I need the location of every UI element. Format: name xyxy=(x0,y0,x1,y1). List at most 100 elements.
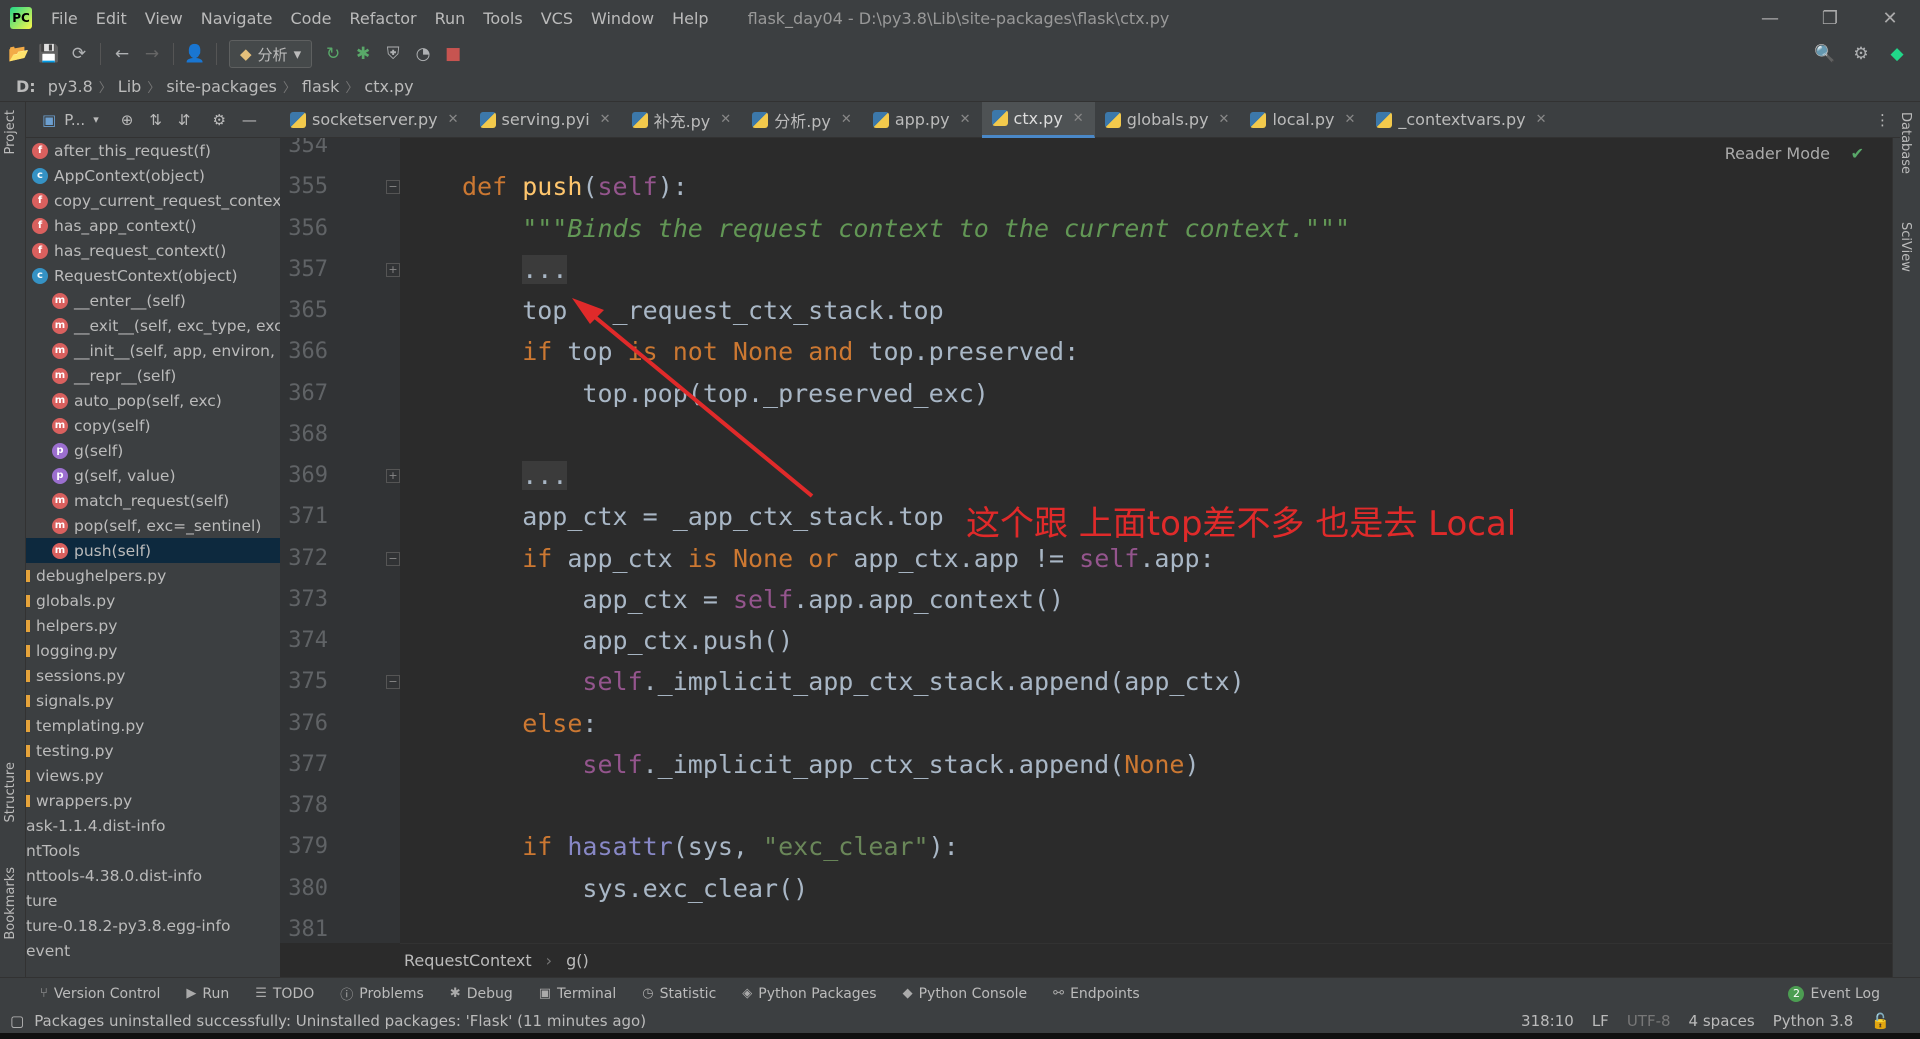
minimize-icon[interactable]: — xyxy=(1740,8,1800,29)
project-tool-button[interactable]: Project xyxy=(3,110,18,154)
tree-folder-item[interactable]: ntTools xyxy=(26,838,280,863)
close-tab-icon[interactable]: ✕ xyxy=(448,112,459,127)
close-tab-icon[interactable]: ✕ xyxy=(1073,111,1084,126)
sync-icon[interactable]: ⟳ xyxy=(64,39,94,69)
tree-file-item[interactable]: logging.py xyxy=(26,638,280,663)
menu-help[interactable]: Help xyxy=(663,9,717,28)
code-line[interactable]: def push(self): xyxy=(462,166,688,207)
tree-member-item[interactable]: f has_app_context() xyxy=(26,213,280,238)
inspection-ok-icon[interactable]: ✔ xyxy=(1851,144,1864,163)
expand-all-icon[interactable]: ⇅ xyxy=(149,111,162,129)
close-tab-icon[interactable]: ✕ xyxy=(960,112,971,127)
fold-toggle-icon[interactable]: − xyxy=(386,551,400,566)
indent-setting[interactable]: 4 spaces xyxy=(1689,1012,1755,1030)
run-configuration-dropdown[interactable]: ◆ 分析 ▾ xyxy=(229,40,313,68)
menu-edit[interactable]: Edit xyxy=(87,9,136,28)
tree-folder-item[interactable]: nttools-4.38.0.dist-info xyxy=(26,863,280,888)
tree-file-item[interactable]: debughelpers.py xyxy=(26,563,280,588)
problems-tool[interactable]: ⓘ Problems xyxy=(340,984,424,1004)
sciview-tool-button[interactable]: SciView xyxy=(1898,222,1913,272)
tree-member-item[interactable]: m pop(self, exc=_sentinel) xyxy=(26,513,280,538)
tree-member-item[interactable]: m __exit__(self, exc_type, exc_ xyxy=(26,313,280,338)
database-tool-button[interactable]: Database xyxy=(1898,112,1913,174)
file-encoding[interactable]: UTF-8 xyxy=(1627,1012,1671,1030)
tree-file-item[interactable]: sessions.py xyxy=(26,663,280,688)
user-icon[interactable]: 👤 xyxy=(180,39,210,69)
caret-position[interactable]: 318:10 xyxy=(1521,1012,1574,1030)
debug-bug-icon[interactable]: ✱ xyxy=(348,39,378,69)
run-tool[interactable]: ▶ Run xyxy=(186,986,229,1002)
rerun-icon[interactable]: ↻ xyxy=(318,39,348,69)
close-icon[interactable]: ✕ xyxy=(1860,8,1920,29)
close-tab-icon[interactable]: ✕ xyxy=(1344,112,1355,127)
reader-mode-toggle[interactable]: Reader Mode xyxy=(1725,144,1830,163)
version-control-tool[interactable]: ⑂ Version Control xyxy=(40,986,160,1002)
event-log-tool[interactable]: 2 Event Log xyxy=(1788,985,1880,1002)
tree-member-item[interactable]: m __init__(self, app, environ, re xyxy=(26,338,280,363)
editor-breadcrumb-class[interactable]: RequestContext xyxy=(404,951,532,970)
close-tab-icon[interactable]: ✕ xyxy=(600,112,611,127)
tree-member-item[interactable]: f after_this_request(f) xyxy=(26,138,280,163)
menu-code[interactable]: Code xyxy=(282,9,341,28)
bookmarks-tool-button[interactable]: Bookmarks xyxy=(3,867,18,940)
tree-file-item[interactable]: testing.py xyxy=(26,738,280,763)
editor-tab[interactable]: serving.pyi ✕ xyxy=(470,102,622,138)
code-line[interactable]: self._implicit_app_ctx_stack.append(None… xyxy=(462,744,1199,785)
code-line[interactable]: if hasattr(sys, "exc_clear"): xyxy=(462,826,959,867)
status-message[interactable]: Packages uninstalled successfully: Unins… xyxy=(34,1012,646,1030)
collapse-all-icon[interactable]: ⇵ xyxy=(178,111,191,129)
close-tab-icon[interactable]: ✕ xyxy=(1536,112,1547,127)
profile-icon[interactable]: ◔ xyxy=(408,39,438,69)
editor-tab[interactable]: socketserver.py ✕ xyxy=(280,102,470,138)
breadcrumb-ctx-py[interactable]: ctx.py xyxy=(358,77,419,96)
todo-tool[interactable]: ☰ TODO xyxy=(255,986,314,1002)
restore-icon[interactable]: ❐ xyxy=(1800,8,1860,29)
search-icon[interactable]: 🔍 xyxy=(1810,39,1840,69)
editor-tab[interactable]: local.py ✕ xyxy=(1240,102,1366,138)
tree-folder-item[interactable]: event xyxy=(26,938,280,963)
structure-tool-button[interactable]: Structure xyxy=(3,762,18,822)
save-icon[interactable]: 💾 xyxy=(34,39,64,69)
menu-window[interactable]: Window xyxy=(582,9,663,28)
close-tab-icon[interactable]: ✕ xyxy=(841,112,852,127)
open-folder-icon[interactable]: 📂 xyxy=(4,39,34,69)
menu-refactor[interactable]: Refactor xyxy=(340,9,425,28)
endpoints-tool[interactable]: ⚯ Endpoints xyxy=(1053,986,1140,1002)
fold-toggle-icon[interactable]: + xyxy=(386,469,400,483)
code-line[interactable]: else: xyxy=(462,703,597,744)
editor-tab[interactable]: globals.py ✕ xyxy=(1095,102,1241,138)
tree-member-item[interactable]: m copy(self) xyxy=(26,413,280,438)
back-arrow-icon[interactable]: ← xyxy=(107,39,137,69)
statistic-tool[interactable]: ◷ Statistic xyxy=(642,986,716,1002)
tree-folder-item[interactable]: ture-0.18.2-py3.8.egg-info xyxy=(26,913,280,938)
tree-member-item[interactable]: m match_request(self) xyxy=(26,488,280,513)
menu-vcs[interactable]: VCS xyxy=(532,9,582,28)
gear-icon[interactable]: ⚙ xyxy=(1846,39,1876,69)
editor-tab[interactable]: ctx.py ✕ xyxy=(981,101,1095,138)
tree-member-item[interactable]: p g(self, value) xyxy=(26,463,280,488)
line-separator[interactable]: LF xyxy=(1592,1012,1609,1030)
chevron-down-icon[interactable]: ▾ xyxy=(93,113,99,126)
menu-tools[interactable]: Tools xyxy=(474,9,531,28)
tree-folder-item[interactable]: ture xyxy=(26,888,280,913)
breadcrumb-site-packages[interactable]: site-packages xyxy=(160,77,283,96)
hide-panel-icon[interactable]: — xyxy=(242,111,257,129)
code-line[interactable]: sys.exc_clear() xyxy=(462,868,808,909)
stop-icon[interactable]: ■ xyxy=(438,39,468,69)
tree-member-item[interactable]: c RequestContext(object) xyxy=(26,263,280,288)
editor-tab[interactable]: 补充.py ✕ xyxy=(622,102,743,138)
editor-tab[interactable]: 分析.py ✕ xyxy=(742,102,863,138)
close-tab-icon[interactable]: ✕ xyxy=(720,112,731,127)
gear-icon[interactable]: ⚙ xyxy=(212,111,225,129)
debug-tool[interactable]: ✱ Debug xyxy=(450,986,513,1002)
menu-view[interactable]: View xyxy=(136,9,192,28)
tree-file-item[interactable]: helpers.py xyxy=(26,613,280,638)
tree-member-item[interactable]: p g(self) xyxy=(26,438,280,463)
tree-file-item[interactable]: views.py xyxy=(26,763,280,788)
fold-toggle-icon[interactable]: − xyxy=(386,180,400,195)
editor-tab[interactable]: app.py ✕ xyxy=(863,102,982,138)
code-line[interactable]: top.pop(top._preserved_exc) xyxy=(462,373,988,414)
tree-file-item[interactable]: templating.py xyxy=(26,713,280,738)
coverage-icon[interactable]: ⛨ xyxy=(378,39,408,69)
code-line[interactable]: app_ctx = _app_ctx_stack.top xyxy=(462,496,943,537)
